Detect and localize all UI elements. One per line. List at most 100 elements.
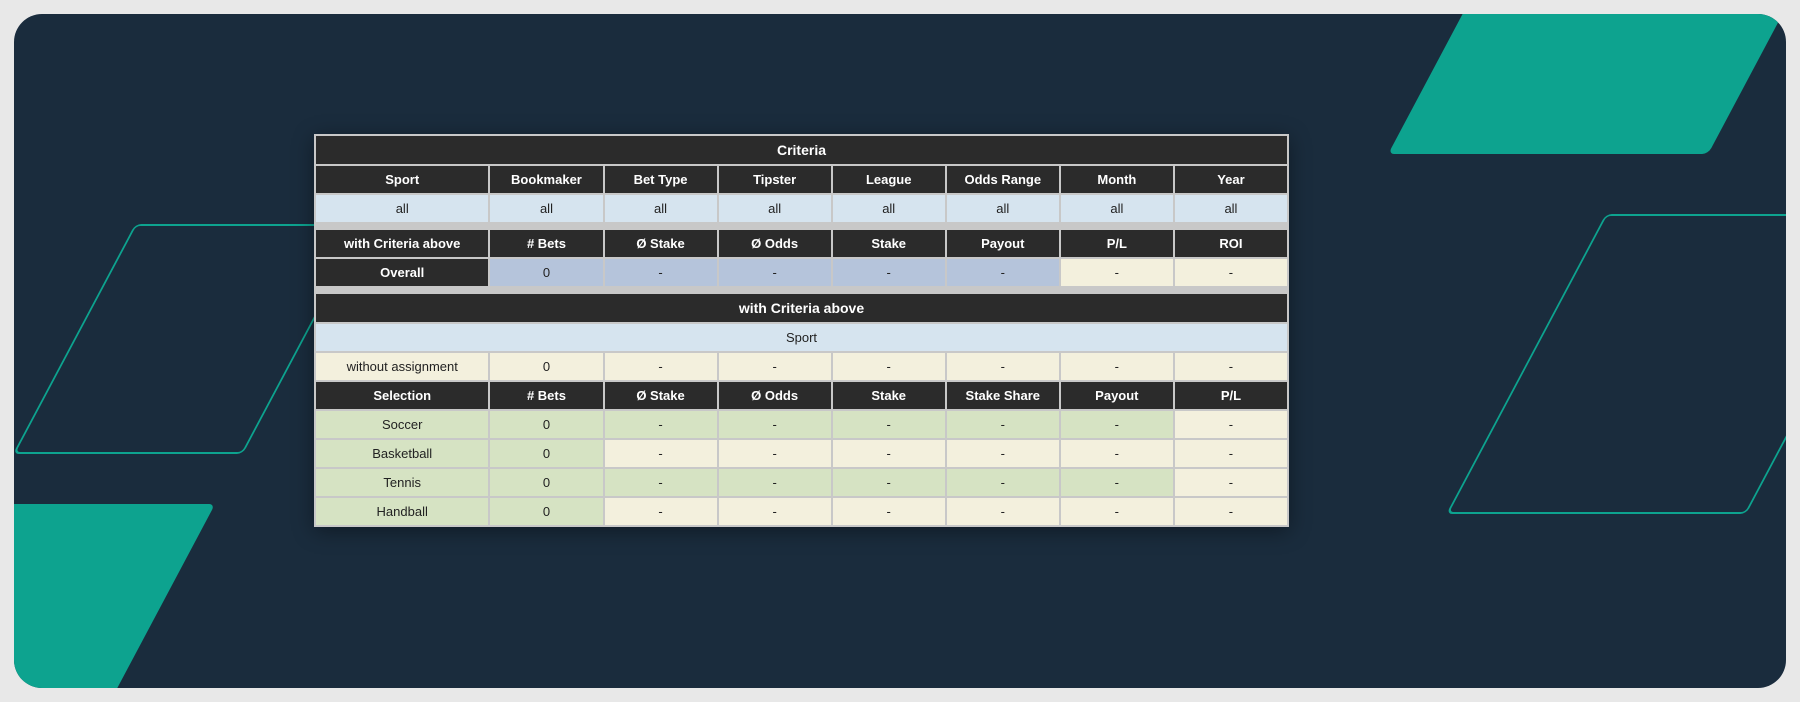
sport-name[interactable]: Handball [316,498,488,525]
overall-cell: - [605,259,717,286]
summary-header: Stake [833,230,945,257]
criteria-value-month[interactable]: all [1061,195,1173,222]
selection-header: # Bets [490,382,602,409]
sport-cell: 0 [490,411,602,438]
decoration-outline [1446,214,1786,514]
summary-header: Ø Odds [719,230,831,257]
selection-header-label: Selection [316,382,488,409]
criteria-value-oddsrange[interactable]: all [947,195,1059,222]
sport-cell: - [719,411,831,438]
sport-cell: - [833,469,945,496]
sport-cell: 0 [490,440,602,467]
summary-header: ROI [1175,230,1287,257]
sport-cell: - [1175,469,1287,496]
criteria-header: Sport [316,166,488,193]
sport-name[interactable]: Basketball [316,440,488,467]
criteria-header: Tipster [719,166,831,193]
criteria-header: Month [1061,166,1173,193]
sport-cell: - [833,498,945,525]
unassigned-label: without assignment [316,353,488,380]
decoration-outline [14,224,365,454]
criteria-value-bookmaker[interactable]: all [490,195,602,222]
criteria-values-row: all all all all all all all all [316,195,1287,222]
criteria-header: League [833,166,945,193]
summary-header: Payout [947,230,1059,257]
overall-cell: - [947,259,1059,286]
sport-cell: - [719,469,831,496]
criteria-header: Bookmaker [490,166,602,193]
sport-name[interactable]: Tennis [316,469,488,496]
overall-row: Overall 0 - - - - - - [316,259,1287,286]
selection-header-row: Selection # Bets Ø Stake Ø Odds Stake St… [316,382,1287,409]
criteria-value-bettype[interactable]: all [605,195,717,222]
selection-header: Ø Odds [719,382,831,409]
breakdown-group: Sport [316,324,1287,351]
dashboard-panel: Criteria Sport Bookmaker Bet Type Tipste… [14,14,1786,688]
unassigned-cell: - [719,353,831,380]
sport-cell: - [833,411,945,438]
criteria-title: Criteria [316,136,1287,164]
stats-table: Criteria Sport Bookmaker Bet Type Tipste… [314,134,1289,527]
table-row: Soccer 0 - - - - - - [316,411,1287,438]
unassigned-cell: - [1175,353,1287,380]
criteria-header-row: Sport Bookmaker Bet Type Tipster League … [316,166,1287,193]
sport-cell: - [947,440,1059,467]
unassigned-cell: - [947,353,1059,380]
sport-cell: - [1061,498,1173,525]
sport-cell: - [1061,469,1173,496]
selection-header: P/L [1175,382,1287,409]
summary-header: P/L [1061,230,1173,257]
summary-header: # Bets [490,230,602,257]
sport-cell: - [947,469,1059,496]
sport-cell: - [947,411,1059,438]
sport-cell: - [833,440,945,467]
table-row: Tennis 0 - - - - - - [316,469,1287,496]
overall-cell: - [719,259,831,286]
unassigned-cell: - [833,353,945,380]
selection-header: Payout [1061,382,1173,409]
summary-header-row: with Criteria above # Bets Ø Stake Ø Odd… [316,230,1287,257]
unassigned-cell: - [1061,353,1173,380]
overall-cell: 0 [490,259,602,286]
criteria-value-league[interactable]: all [833,195,945,222]
sport-cell: - [605,411,717,438]
unassigned-row: without assignment 0 - - - - - - [316,353,1287,380]
sport-cell: - [719,498,831,525]
breakdown-title: with Criteria above [316,294,1287,322]
criteria-value-sport[interactable]: all [316,195,488,222]
table-row: Basketball 0 - - - - - - [316,440,1287,467]
overall-label: Overall [316,259,488,286]
sport-cell: - [1175,440,1287,467]
unassigned-cell: - [605,353,717,380]
overall-cell: - [1175,259,1287,286]
criteria-header: Bet Type [605,166,717,193]
sport-cell: - [947,498,1059,525]
criteria-header: Year [1175,166,1287,193]
sport-cell: - [1061,411,1173,438]
sport-cell: - [605,498,717,525]
sport-cell: - [605,469,717,496]
sport-cell: - [605,440,717,467]
decoration-shape [1388,14,1786,154]
selection-header: Stake [833,382,945,409]
sport-cell: 0 [490,469,602,496]
criteria-value-tipster[interactable]: all [719,195,831,222]
selection-header: Ø Stake [605,382,717,409]
sport-cell: - [719,440,831,467]
summary-label: with Criteria above [316,230,488,257]
decoration-shape [14,504,215,688]
stats-table-wrapper: Criteria Sport Bookmaker Bet Type Tipste… [314,134,1289,527]
sport-cell: - [1175,498,1287,525]
sport-cell: 0 [490,498,602,525]
summary-header: Ø Stake [605,230,717,257]
sport-name[interactable]: Soccer [316,411,488,438]
sport-cell: - [1061,440,1173,467]
selection-header: Stake Share [947,382,1059,409]
overall-cell: - [1061,259,1173,286]
unassigned-cell: 0 [490,353,602,380]
criteria-value-year[interactable]: all [1175,195,1287,222]
criteria-header: Odds Range [947,166,1059,193]
table-row: Handball 0 - - - - - - [316,498,1287,525]
sport-cell: - [1175,411,1287,438]
overall-cell: - [833,259,945,286]
